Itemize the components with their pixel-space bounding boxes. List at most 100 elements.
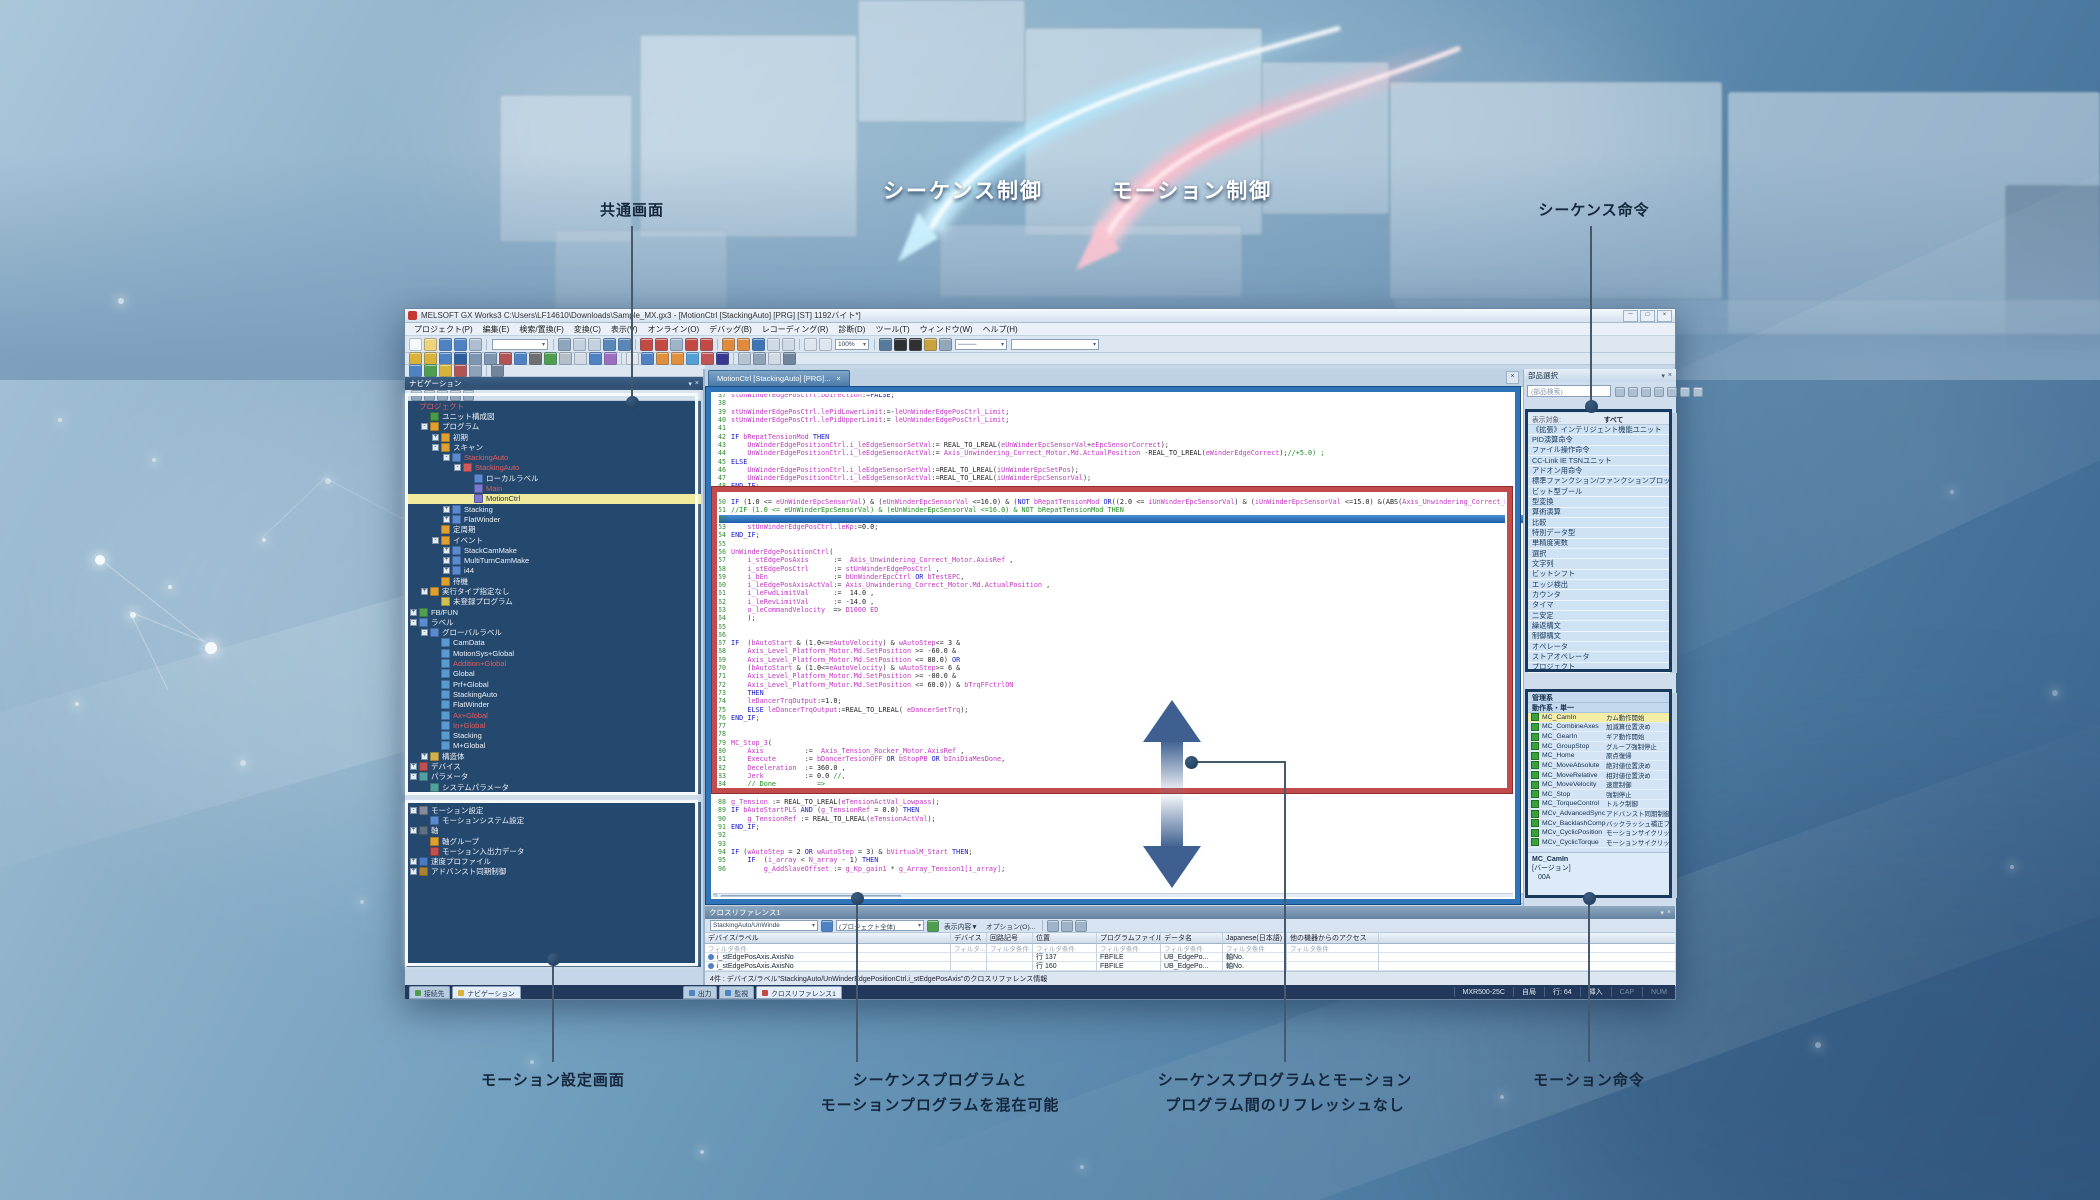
tree-item-FB/FUN[interactable]: +FB/FUN xyxy=(407,607,701,617)
motion-command-MCv_BacklashCompensa[interactable]: MCv_BacklashCompensaバックラッシュ補正フィルタ xyxy=(1528,819,1670,829)
icon-memory-card[interactable] xyxy=(604,352,617,365)
tree-item-モーションシステム設定[interactable]: モーションシステム設定 xyxy=(407,815,701,825)
table-cell[interactable]: デバイス xyxy=(951,933,987,944)
expander-icon[interactable]: + xyxy=(410,609,417,616)
display-target-row[interactable]: 表示対象:すべて xyxy=(1528,413,1670,425)
expander-icon[interactable]: - xyxy=(421,423,428,430)
motion-command-MC_MoveVelocity[interactable]: MC_MoveVelocity速度制御 xyxy=(1528,780,1670,790)
icon-fb-editor[interactable] xyxy=(559,352,572,365)
tree-item-速度プロファイル[interactable]: +速度プロファイル xyxy=(407,856,701,866)
icon-display-setting[interactable] xyxy=(1641,387,1651,397)
table-cell[interactable]: フィルタ条件 xyxy=(1033,944,1097,953)
icon-nav-help[interactable] xyxy=(463,390,474,401)
motion-command-MC_Stop[interactable]: MC_Stop強制停止 xyxy=(1528,790,1670,800)
icon-device-test[interactable] xyxy=(722,338,735,351)
icon-st-insert-fb[interactable] xyxy=(424,364,437,377)
close-icon[interactable]: × xyxy=(1668,372,1672,379)
tree-item-CamData[interactable]: CamData xyxy=(407,638,701,648)
tree-item-StackingAuto[interactable]: StackingAuto xyxy=(407,689,701,699)
table-cell[interactable]: フィルタ... xyxy=(951,944,987,953)
instruction-category[interactable]: 型変換 xyxy=(1528,497,1670,507)
icon-structure-editor[interactable] xyxy=(574,352,587,365)
icon-ladder-editor[interactable] xyxy=(641,352,654,365)
icon-find-next[interactable] xyxy=(1628,387,1638,397)
table-cell[interactable]: Japanese(日本語) xyxy=(1223,933,1287,944)
icon-cut[interactable] xyxy=(558,338,571,351)
tree-item-軸[interactable]: +軸 xyxy=(407,826,701,836)
tree-item-MultiTurnCamMake[interactable]: +MultiTurnCamMake xyxy=(407,555,701,565)
table-cell[interactable]: フィルタ条件 xyxy=(987,944,1033,953)
icon-nav-filter[interactable] xyxy=(437,390,448,401)
editor-horizontal-scrollbar[interactable]: ◂ ▸ xyxy=(707,893,1525,904)
table-row[interactable]: i_stEdgePosAxis.AxisNo行 160FBFILEUB_Edge… xyxy=(705,962,1675,971)
splitter-left[interactable] xyxy=(703,369,705,985)
tree-item-StackingAuto[interactable]: -StackingAuto xyxy=(407,463,701,473)
table-cell[interactable]: デバイス/ラベル xyxy=(705,933,951,944)
instruction-category[interactable]: PID演算命令 xyxy=(1528,435,1670,445)
expander-icon[interactable]: - xyxy=(410,807,417,814)
expander-icon[interactable]: + xyxy=(443,506,450,513)
icon-rebuild-all[interactable] xyxy=(782,338,795,351)
icon-global-label[interactable] xyxy=(529,352,542,365)
icon-list-view[interactable] xyxy=(753,352,766,365)
icon-zoom-out[interactable] xyxy=(819,338,832,351)
tree-item-待機[interactable]: 待機 xyxy=(407,576,701,586)
expander-icon[interactable]: - xyxy=(443,454,450,461)
motion-command-MC_MoveRelative[interactable]: MC_MoveRelative相対値位置決め xyxy=(1528,771,1670,781)
tree-item-プログラム[interactable]: -プログラム xyxy=(407,422,701,432)
tree-item-Addition+Global[interactable]: Addition+Global xyxy=(407,658,701,668)
menu-item[interactable]: 表示(V) xyxy=(606,324,643,335)
tree-item-FlatWinder[interactable]: +FlatWinder xyxy=(407,514,701,524)
icon-device-find[interactable] xyxy=(454,364,467,377)
menu-item[interactable]: レコーディング(R) xyxy=(757,324,834,335)
icon-monitor-value-hex[interactable] xyxy=(909,338,922,351)
instruction-category[interactable]: 制御構文 xyxy=(1528,632,1670,642)
icon-read-from-plc[interactable] xyxy=(655,338,668,351)
menu-item[interactable]: デバッグ(B) xyxy=(704,324,757,335)
cross-reference-table[interactable]: デバイス/ラベルデバイス回路記号位置プログラムファイル名データ名Japanese… xyxy=(705,933,1675,971)
tree-item-ラベル[interactable]: -ラベル xyxy=(407,617,701,627)
instruction-category[interactable]: 二安定 xyxy=(1528,611,1670,621)
tree-item-軸グループ[interactable]: 軸グループ xyxy=(407,836,701,846)
tree-item-未登録プログラム[interactable]: 未登録プログラム xyxy=(407,597,701,607)
table-cell[interactable]: 他の機器からのアクセス xyxy=(1287,933,1379,944)
icon-st-insert-element[interactable] xyxy=(409,364,422,377)
menu-item[interactable]: ヘルプ(H) xyxy=(978,324,1023,335)
expander-icon[interactable]: + xyxy=(432,434,439,441)
table-cell[interactable]: 位置 xyxy=(1033,933,1097,944)
xref-refresh-icon[interactable] xyxy=(1047,920,1059,932)
tree-item-アドバンスト同期制御[interactable]: +アドバンスト同期制御 xyxy=(407,867,701,877)
icon-history[interactable] xyxy=(1667,387,1677,397)
motion-command-MC_GroupStop[interactable]: MC_GroupStopグループ強制停止 xyxy=(1528,742,1670,752)
icon-build[interactable] xyxy=(767,338,780,351)
motion-command-MC_TorqueControl[interactable]: MC_TorqueControlトルク制御 xyxy=(1528,800,1670,810)
pin-icon[interactable]: ▾ xyxy=(1661,372,1665,380)
icon-comment-toggle[interactable] xyxy=(491,364,504,377)
combo-font[interactable]: ▾ xyxy=(1011,339,1099,350)
tree-item-実行タイプ指定なし[interactable]: +実行タイプ指定なし xyxy=(407,586,701,596)
dock-tab-監視[interactable]: 監視 xyxy=(719,986,754,999)
motion-instruction-list[interactable]: 管理系動作系・単一MC_CamInカム動作開始MC_CombineAxes加減算… xyxy=(1528,693,1670,851)
tab-close-icon[interactable]: × xyxy=(836,374,840,383)
icon-wave-monitor[interactable] xyxy=(686,352,699,365)
tree-item-定周期[interactable]: 定周期 xyxy=(407,525,701,535)
instruction-category[interactable]: 単精度実数 xyxy=(1528,539,1670,549)
xref-prev-icon[interactable] xyxy=(1061,920,1073,932)
icon-program-editor[interactable] xyxy=(544,352,557,365)
expander-icon[interactable]: + xyxy=(410,858,417,865)
tree-item-In+Global[interactable]: In+Global xyxy=(407,720,701,730)
icon-undo[interactable] xyxy=(603,338,616,351)
tree-item-MotionCtrl[interactable]: MotionCtrl xyxy=(407,494,701,504)
sequence-instruction-list[interactable]: 表示対象:すべて《拡張》インテリジェント機能ユニットPID演算命令ファイル操作命… xyxy=(1528,413,1670,673)
element-list-scrollbar[interactable] xyxy=(1670,413,1677,673)
motion-command-MC_Home[interactable]: MC_Home原点復帰 xyxy=(1528,752,1670,762)
pin-icon[interactable]: ▾ xyxy=(688,380,692,388)
tree-item-ユニット構成図[interactable]: ユニット構成図 xyxy=(407,411,701,421)
scroll-thumb[interactable] xyxy=(721,895,901,903)
xref-condition-icon[interactable] xyxy=(927,920,939,932)
close-button[interactable]: × xyxy=(1657,310,1672,322)
navigation-tree[interactable]: プロジェクトユニット構成図-プログラム+初期-スキャン-StackingAuto… xyxy=(407,401,701,794)
icon-indent[interactable] xyxy=(469,364,482,377)
instruction-category[interactable]: アドオン用命令 xyxy=(1528,466,1670,476)
tree-item-イベント[interactable]: -イベント xyxy=(407,535,701,545)
